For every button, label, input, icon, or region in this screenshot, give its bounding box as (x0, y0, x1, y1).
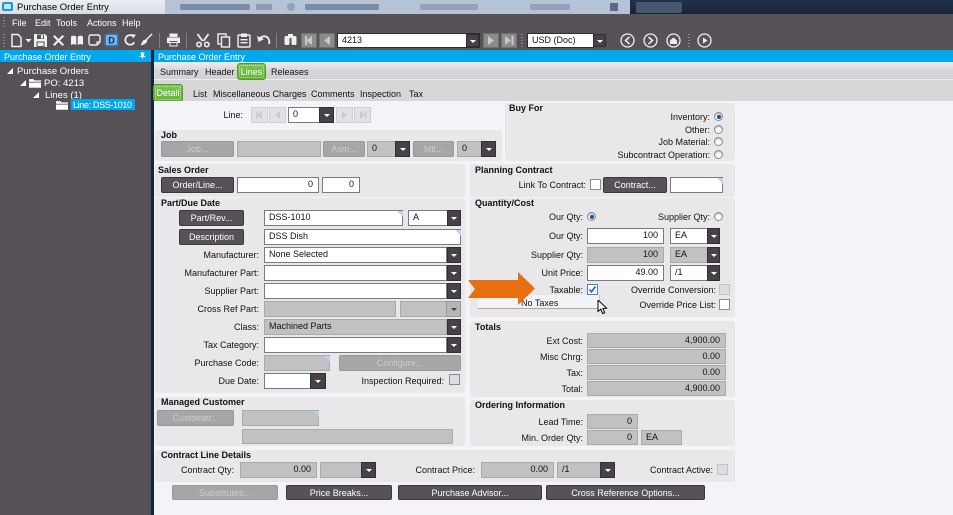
svg-text:D: D (108, 36, 115, 46)
